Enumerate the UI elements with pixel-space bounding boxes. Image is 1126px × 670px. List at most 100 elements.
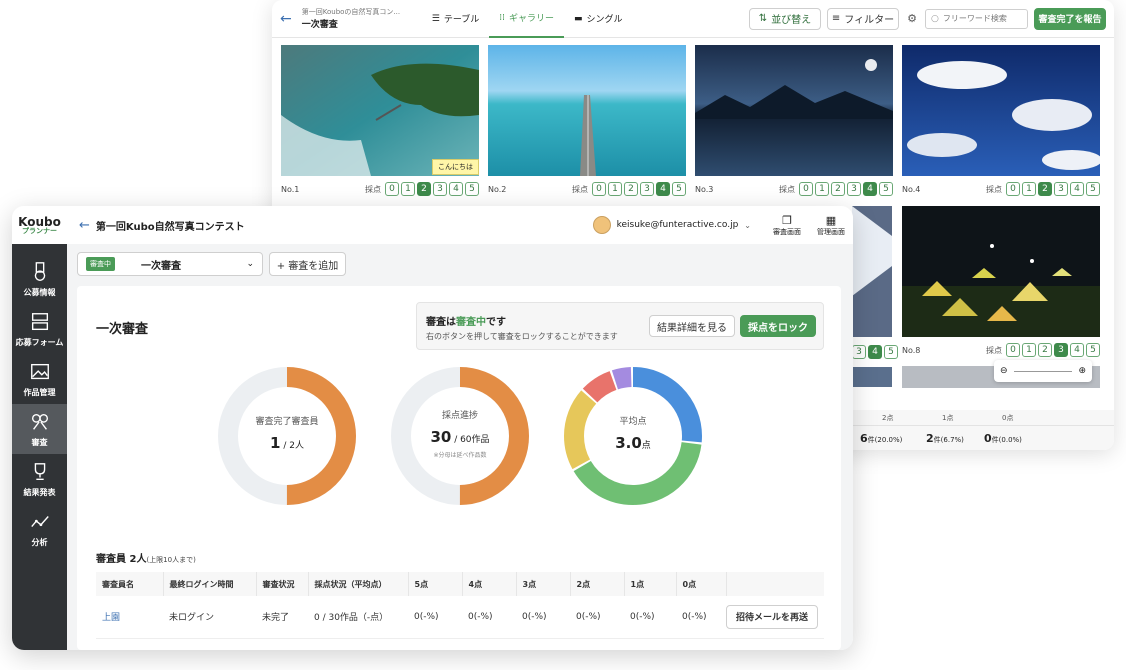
score-label: 採点 bbox=[572, 184, 588, 194]
gear-icon[interactable]: ⚙ bbox=[905, 12, 919, 25]
gallery-card-8[interactable]: No.8 採点 0 1 2 3 4 5 bbox=[902, 206, 1100, 359]
donut-scoring-progress: 採点進捗 30 / 60作品 ※分母は延べ作品数 bbox=[390, 366, 530, 506]
user-menu[interactable]: keisuke@funteractive.co.jp ⌄ bbox=[592, 216, 751, 234]
photo-clouds-sky bbox=[902, 45, 1102, 176]
resend-invite-button[interactable]: 招待メールを再送 bbox=[726, 604, 818, 629]
judges-table: 審査員名 最終ログイン時間 審査状況 採点状況（平均点） 5点 4点 3点 2点… bbox=[96, 572, 824, 639]
result-detail-button[interactable]: 結果詳細を見る bbox=[649, 315, 735, 337]
score-option[interactable]: 1 bbox=[1022, 182, 1036, 196]
score-option[interactable]: 5 bbox=[672, 182, 686, 196]
score-option[interactable]: 5 bbox=[1086, 343, 1100, 357]
chevron-down-icon: ⌄ bbox=[246, 259, 254, 269]
score-option[interactable]: 1 bbox=[815, 182, 829, 196]
card-number: No.2 bbox=[488, 184, 507, 194]
score-option[interactable]: 3 bbox=[640, 182, 654, 196]
judge-name-link[interactable]: 上園 bbox=[96, 596, 163, 639]
score-option[interactable]: 3 bbox=[433, 182, 447, 196]
status-badge: 審査中 bbox=[86, 257, 115, 271]
form-icon bbox=[31, 312, 48, 330]
sidebar-item-analytics[interactable]: 分析 bbox=[12, 504, 67, 554]
score-selector[interactable]: 012345 bbox=[1006, 343, 1100, 357]
score-selector[interactable]: 012345 bbox=[799, 182, 893, 196]
score-option[interactable]: 0 bbox=[592, 182, 606, 196]
stage-select[interactable]: 審査中 一次審査 ⌄ bbox=[77, 252, 263, 276]
add-stage-button[interactable]: + 審査を追加 bbox=[269, 252, 346, 276]
score-label: 採点 bbox=[779, 184, 795, 194]
score-option[interactable]: 1 bbox=[1022, 343, 1036, 357]
score-option[interactable]: 0 bbox=[1006, 182, 1020, 196]
sidebar-item-results[interactable]: 結果発表 bbox=[12, 454, 67, 504]
score-option[interactable]: 3 bbox=[1054, 182, 1068, 196]
score-option[interactable]: 0 bbox=[799, 182, 813, 196]
tab-single[interactable]: ▬ シングル bbox=[564, 0, 633, 38]
admin-screen-link[interactable]: ▦ 管理画面 bbox=[809, 214, 853, 237]
list-icon: ☰ bbox=[431, 13, 440, 24]
lock-scoring-button[interactable]: 採点をロック bbox=[740, 315, 816, 337]
view-tabs: ☰ テーブル ⁞⁞ ギャラリー ▬ シングル bbox=[422, 0, 633, 38]
score-option[interactable]: 5 bbox=[1086, 182, 1100, 196]
chart-icon bbox=[30, 515, 49, 527]
zoom-slider[interactable] bbox=[1013, 370, 1073, 372]
zoom-in-icon[interactable]: ⊕ bbox=[1078, 366, 1086, 376]
zoom-control[interactable]: ⊖ ⊕ bbox=[994, 360, 1092, 382]
sidebar-item-form[interactable]: 応募フォーム bbox=[12, 304, 67, 354]
score-selector[interactable]: 012345 bbox=[385, 182, 479, 196]
partial-score-selector[interactable]: 3 4 5 bbox=[852, 345, 898, 359]
score-option[interactable]: 4 bbox=[1070, 343, 1084, 357]
sort-button[interactable]: ⇅ 並び替え bbox=[749, 7, 821, 30]
score-option[interactable]: 5 bbox=[879, 182, 893, 196]
search-input[interactable]: ○ bbox=[925, 8, 1028, 29]
score-option[interactable]: 2 bbox=[831, 182, 845, 196]
score-option[interactable]: 2 bbox=[1038, 343, 1052, 357]
gallery-card-1[interactable]: こんにちは No.1 採点 0 1 2 3 4 5 bbox=[281, 45, 479, 198]
tab-table[interactable]: ☰ テーブル bbox=[422, 0, 490, 38]
user-email: keisuke@funteractive.co.jp bbox=[616, 220, 739, 230]
content-panel: 一次審査 審査は審査中です 右のボタンを押して審査をロックすることができます 結… bbox=[77, 286, 841, 650]
score-option[interactable]: 4 bbox=[656, 182, 670, 196]
score-selector[interactable]: 012345 bbox=[592, 182, 686, 196]
score-option[interactable]: 3 bbox=[847, 182, 861, 196]
score-option[interactable]: 0 bbox=[1006, 343, 1020, 357]
sidebar-item-judging[interactable]: 審査 bbox=[12, 404, 67, 454]
gallery-card-2[interactable]: No.2 採点 0 1 2 3 4 5 bbox=[488, 45, 686, 198]
status-box: 審査は審査中です 右のボタンを押して審査をロックすることができます 結果詳細を見… bbox=[416, 302, 824, 350]
card-number: No.4 bbox=[902, 184, 921, 194]
score-option[interactable]: 4 bbox=[1070, 182, 1084, 196]
sidebar-item-works[interactable]: 作品管理 bbox=[12, 354, 67, 404]
score-option[interactable]: 4 bbox=[449, 182, 463, 196]
score-option[interactable]: 2 bbox=[417, 182, 431, 196]
zoom-out-icon[interactable]: ⊖ bbox=[1000, 366, 1008, 376]
tab-gallery[interactable]: ⁞⁞ ギャラリー bbox=[489, 0, 565, 38]
trophy-icon bbox=[34, 462, 45, 480]
photo-partial-row3 bbox=[852, 367, 892, 387]
tooltip: こんにちは bbox=[432, 159, 479, 175]
back-arrow-icon[interactable]: ← bbox=[79, 218, 90, 233]
page-title: 一次審査 bbox=[96, 322, 149, 337]
score-option[interactable]: 4 bbox=[863, 182, 877, 196]
judge-icon bbox=[31, 413, 48, 430]
single-icon: ▬ bbox=[574, 13, 583, 24]
logo[interactable]: Koubo プランナー bbox=[12, 216, 67, 235]
chevron-down-icon: ⌄ bbox=[744, 220, 751, 230]
gallery-card-3[interactable]: No.3 採点 0 1 2 3 4 5 bbox=[695, 45, 893, 198]
score-distribution: 2点 1点 0点 6件(20.0%) 2件(6.7%) 0件(0.0%) bbox=[852, 410, 1114, 450]
score-option[interactable]: 1 bbox=[401, 182, 415, 196]
report-complete-button[interactable]: 審査完了を報告 bbox=[1034, 7, 1106, 30]
judges-heading: 審査員 2人(上限10人まで) bbox=[96, 554, 196, 565]
filter-button[interactable]: ≡ フィルター bbox=[827, 7, 899, 30]
gallery-card-4[interactable]: No.4 採点 0 1 2 3 4 5 bbox=[902, 45, 1102, 198]
score-option[interactable]: 2 bbox=[1038, 182, 1052, 196]
status-title: 審査は審査中です bbox=[426, 317, 506, 328]
score-option[interactable]: 2 bbox=[624, 182, 638, 196]
stage-title: 一次審査 bbox=[301, 20, 338, 30]
score-option[interactable]: 5 bbox=[465, 182, 479, 196]
review-screen-link[interactable]: ❐ 審査画面 bbox=[765, 214, 809, 237]
contest-title: 第一回Kubo自然写真コンテスト bbox=[95, 221, 245, 233]
table-row: 上園 未ログイン 未完了 0 / 30作品（-点） 0(-%) 0(-%) 0(… bbox=[96, 596, 824, 639]
score-selector[interactable]: 012345 bbox=[1006, 182, 1100, 196]
back-arrow-icon[interactable]: ← bbox=[280, 11, 292, 27]
sidebar-item-info[interactable]: 公募情報 bbox=[12, 254, 67, 304]
score-option[interactable]: 1 bbox=[608, 182, 622, 196]
score-option[interactable]: 0 bbox=[385, 182, 399, 196]
score-option[interactable]: 3 bbox=[1054, 343, 1068, 357]
